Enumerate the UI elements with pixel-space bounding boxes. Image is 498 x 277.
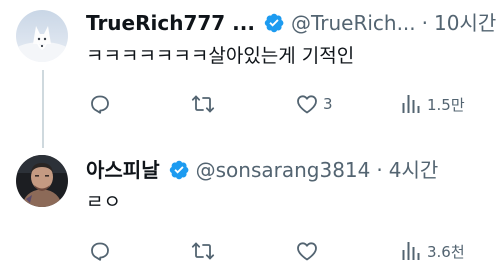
heart-icon (297, 242, 317, 261)
verified-badge-icon (169, 160, 189, 180)
retweet-icon (191, 95, 215, 113)
thread-connector-line (42, 70, 44, 148)
display-name[interactable]: TrueRich777 ... (86, 11, 255, 35)
view-count: 3.6천 (427, 242, 465, 261)
separator-dot: · (421, 11, 429, 35)
tweet-text: ㄹㅇ (86, 191, 121, 213)
tweet-actions: 3 1.5만 (86, 92, 486, 118)
white-fox-avatar-icon (16, 10, 68, 62)
retweet-button[interactable] (191, 239, 219, 263)
like-count: 3 (323, 95, 333, 113)
retweet-icon (191, 242, 215, 260)
views-chart-icon (402, 95, 420, 113)
reply-button[interactable] (88, 92, 116, 116)
avatar[interactable] (16, 155, 68, 207)
reply-button[interactable] (88, 239, 116, 263)
user-handle[interactable]: @sonsarang3814 (196, 158, 371, 182)
views-chart-icon (402, 242, 420, 260)
timestamp[interactable]: 4시간 (389, 158, 439, 182)
like-button[interactable]: 3 (295, 92, 333, 116)
view-count: 1.5만 (427, 95, 465, 114)
fighter-photo-avatar-icon (16, 155, 68, 207)
like-button[interactable] (295, 239, 323, 263)
separator-dot: · (376, 158, 383, 182)
views-button[interactable]: 1.5만 (399, 92, 465, 116)
heart-icon (297, 95, 317, 114)
tweet-text: ㅋㅋㅋㅋㅋㅋㅋ살아있는게 기적인 (86, 45, 355, 67)
user-handle[interactable]: @TrueRich... (291, 11, 416, 35)
timestamp[interactable]: 10시간 (434, 11, 496, 35)
tweet-actions: 3.6천 (86, 239, 486, 265)
tweet-header: TrueRich777 ... @TrueRich... · 10시간 (86, 11, 496, 35)
retweet-button[interactable] (191, 92, 219, 116)
tweet-header: 아스피날 @sonsarang3814 · 4시간 (86, 158, 438, 182)
reply-thread: TrueRich777 ... @TrueRich... · 10시간 ㅋㅋㅋㅋ… (0, 0, 498, 277)
reply-icon (91, 242, 109, 261)
avatar[interactable] (16, 10, 68, 62)
views-button[interactable]: 3.6천 (399, 239, 465, 263)
display-name[interactable]: 아스피날 (86, 158, 160, 182)
reply-icon (91, 95, 109, 114)
verified-badge-icon (264, 13, 284, 33)
